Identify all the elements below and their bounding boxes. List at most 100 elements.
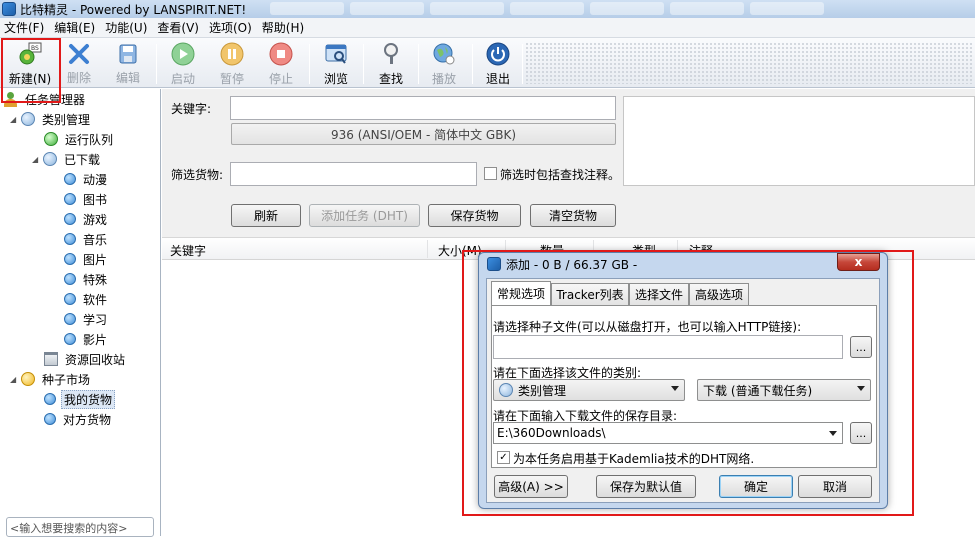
notes-area[interactable]	[623, 96, 975, 186]
dialog-close-button[interactable]: x	[837, 253, 880, 271]
menu-options[interactable]: 选项(O)	[209, 19, 252, 36]
browse-label: 浏览	[323, 72, 348, 86]
encoding-select[interactable]: 936 (ANSI/OEM - 简体中文 GBK)	[231, 123, 616, 145]
tree-cat-movies[interactable]: 影片	[64, 329, 109, 349]
tree-downloaded[interactable]: ◢ 已下载	[32, 149, 102, 169]
browse-button[interactable]: 浏览	[312, 40, 360, 86]
sidebar-tree: 任务管理器 ◢ 类别管理 运行队列 ◢ 已下载 动漫 图书 游戏 音乐 图片 特殊 …	[0, 89, 161, 536]
category-select[interactable]: 类别管理	[493, 379, 685, 401]
seed-file-input[interactable]	[493, 335, 843, 359]
delete-button[interactable]: 删除	[55, 40, 103, 86]
category-icon	[21, 112, 35, 126]
seed-browse-button[interactable]: ...	[850, 336, 872, 358]
tab-tracker[interactable]: Tracker列表	[551, 283, 629, 305]
keyword-label: 关键字:	[171, 102, 212, 116]
people-icon	[4, 91, 19, 107]
filter-notes-label: 筛选时包括查找注释。	[500, 168, 621, 182]
category-dot-icon	[64, 333, 76, 345]
my-goods-icon	[44, 393, 56, 405]
dialog-title-bar: 添加 - 0 B / 66.37 GB -	[487, 255, 637, 273]
category-dot-icon	[64, 193, 76, 205]
sidebar-search-input[interactable]: <输入想要搜索的内容>	[6, 517, 154, 537]
tab-advanced[interactable]: 高级选项	[689, 283, 749, 305]
tree-task-manager[interactable]: 任务管理器	[4, 89, 87, 109]
exit-button[interactable]: 退出	[474, 40, 522, 86]
tree-cat-pictures[interactable]: 图片	[64, 249, 109, 269]
tree-cat-study[interactable]: 学习	[64, 309, 109, 329]
pause-circle-icon	[220, 42, 244, 66]
chevron-down-icon	[671, 386, 679, 391]
ok-button[interactable]: 确定	[719, 475, 793, 498]
dht-checkbox-label: 为本任务启用基于Kademlia技术的DHT网络.	[513, 452, 755, 466]
trash-icon	[44, 352, 58, 366]
menu-function[interactable]: 功能(U)	[105, 19, 147, 36]
new-button[interactable]: BS 新建(N)	[6, 40, 54, 86]
save-default-button[interactable]: 保存为默认值	[596, 475, 696, 498]
keyword-input[interactable]	[230, 96, 616, 120]
seed-file-label: 请选择种子文件(可以从磁盘打开，也可以输入HTTP链接):	[493, 320, 802, 334]
stop-label: 停止	[268, 72, 293, 86]
find-button[interactable]: 查找	[367, 40, 415, 86]
pause-button[interactable]: 暂停	[208, 40, 256, 86]
menu-view[interactable]: 查看(V)	[157, 19, 199, 36]
filter-notes-checkbox[interactable]	[484, 167, 497, 180]
collapse-arrow-icon[interactable]: ◢	[10, 375, 19, 384]
download-mode-select[interactable]: 下载 (普通下载任务)	[697, 379, 871, 401]
tree-cat-games[interactable]: 游戏	[64, 209, 109, 229]
col-size[interactable]: 大小(M)	[438, 242, 482, 259]
advanced-button[interactable]: 高级(A) >>	[494, 475, 568, 498]
tree-running-queue[interactable]: 运行队列	[44, 129, 115, 149]
tree-my-goods[interactable]: 我的货物	[44, 389, 116, 409]
add-task-dialog: 添加 - 0 B / 66.37 GB - x 常规选项 Tracker列表 选…	[478, 252, 888, 509]
save-goods-button[interactable]: 保存货物	[428, 204, 521, 227]
tab-general[interactable]: 常规选项	[491, 281, 551, 305]
collapse-arrow-icon[interactable]: ◢	[10, 115, 19, 124]
tree-cat-software[interactable]: 软件	[64, 289, 109, 309]
add-task-dht-button[interactable]: 添加任务 (DHT)	[309, 204, 420, 227]
category-dot-icon	[64, 293, 76, 305]
menu-help[interactable]: 帮助(H)	[262, 19, 304, 36]
edit-save-icon	[116, 42, 140, 65]
tree-recycle-bin[interactable]: 资源回收站	[44, 349, 127, 369]
category-dot-icon	[64, 233, 76, 245]
edit-button[interactable]: 编辑	[104, 40, 152, 86]
cancel-button[interactable]: 取消	[798, 475, 872, 498]
col-keyword[interactable]: 关键字	[170, 242, 206, 259]
save-dir-value: E:\360Downloads\	[497, 426, 606, 440]
play-circle-icon	[171, 42, 195, 66]
exit-label: 退出	[485, 72, 510, 86]
tree-cat-anime[interactable]: 动漫	[64, 169, 109, 189]
play-button[interactable]: 播放	[420, 40, 468, 86]
power-icon	[486, 42, 510, 66]
download-mode-value: 下载 (普通下载任务)	[703, 383, 813, 398]
dialog-title: 添加 - 0 B / 66.37 GB -	[506, 257, 638, 272]
dir-browse-button[interactable]: ...	[850, 422, 872, 444]
stop-button[interactable]: 停止	[257, 40, 305, 86]
tree-other-goods[interactable]: 对方货物	[44, 409, 113, 429]
tree-seed-market[interactable]: ◢ 种子市场	[10, 369, 92, 389]
stop-circle-icon	[269, 42, 293, 66]
tree-cat-music[interactable]: 音乐	[64, 229, 109, 249]
refresh-button[interactable]: 刷新	[231, 204, 301, 227]
chevron-down-icon	[857, 386, 865, 391]
menu-file[interactable]: 文件(F)	[4, 19, 44, 36]
tab-select-files[interactable]: 选择文件	[629, 283, 689, 305]
blurred-taskbar-tabs	[270, 2, 824, 15]
delete-label: 删除	[66, 71, 91, 85]
chevron-down-icon	[829, 431, 837, 436]
clear-goods-button[interactable]: 清空货物	[530, 204, 616, 227]
tree-cat-books[interactable]: 图书	[64, 189, 109, 209]
category-select-value: 类别管理	[518, 383, 567, 398]
tree-cat-special[interactable]: 特殊	[64, 269, 109, 289]
category-dot-icon	[64, 313, 76, 325]
start-button[interactable]: 启动	[159, 40, 207, 86]
collapse-arrow-icon[interactable]: ◢	[32, 155, 41, 164]
start-label: 启动	[170, 72, 195, 86]
tree-category-mgmt[interactable]: ◢ 类别管理	[10, 109, 92, 129]
menu-edit[interactable]: 编辑(E)	[54, 19, 95, 36]
filter-label: 筛选货物:	[171, 168, 224, 182]
filter-input[interactable]	[230, 162, 477, 186]
dht-checkbox[interactable]: ✓	[497, 451, 510, 464]
save-dir-combo[interactable]: E:\360Downloads\	[493, 422, 843, 444]
category-icon	[499, 383, 513, 397]
